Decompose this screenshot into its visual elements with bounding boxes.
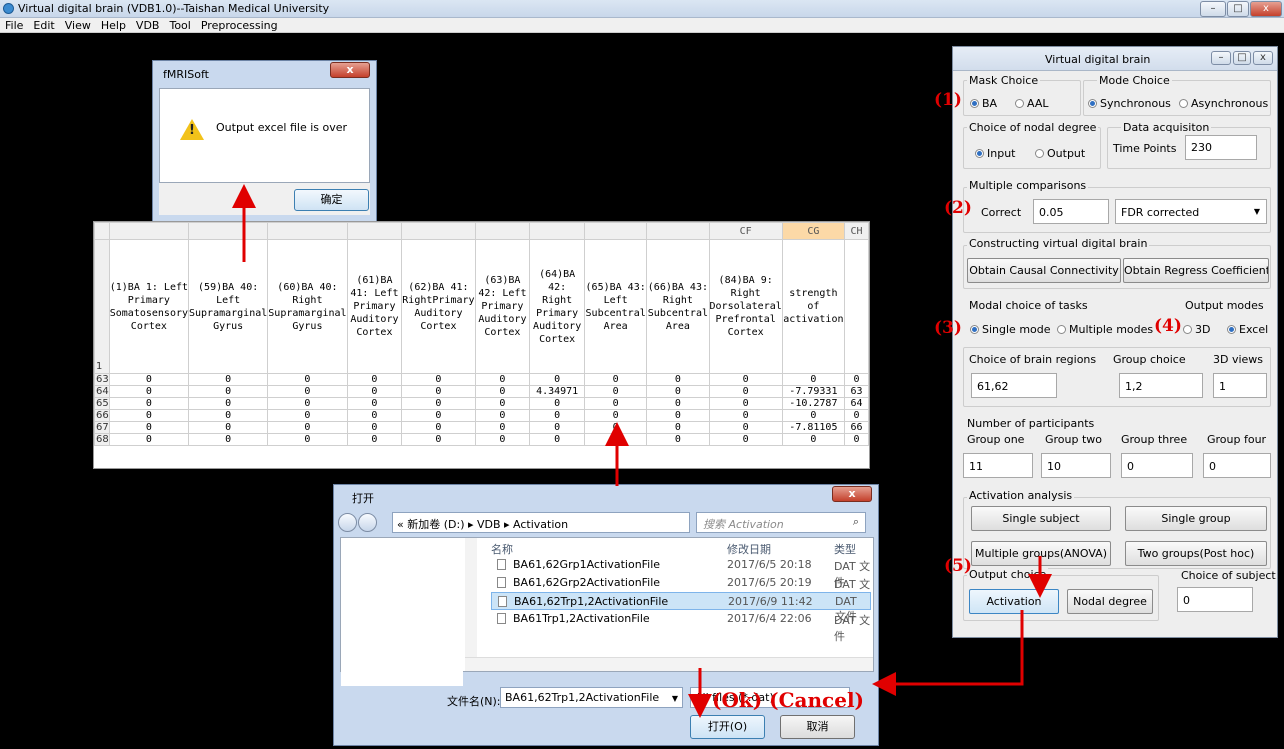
arrow-to-dialog: [872, 610, 1024, 696]
annotation-arrows: [232, 184, 1052, 718]
